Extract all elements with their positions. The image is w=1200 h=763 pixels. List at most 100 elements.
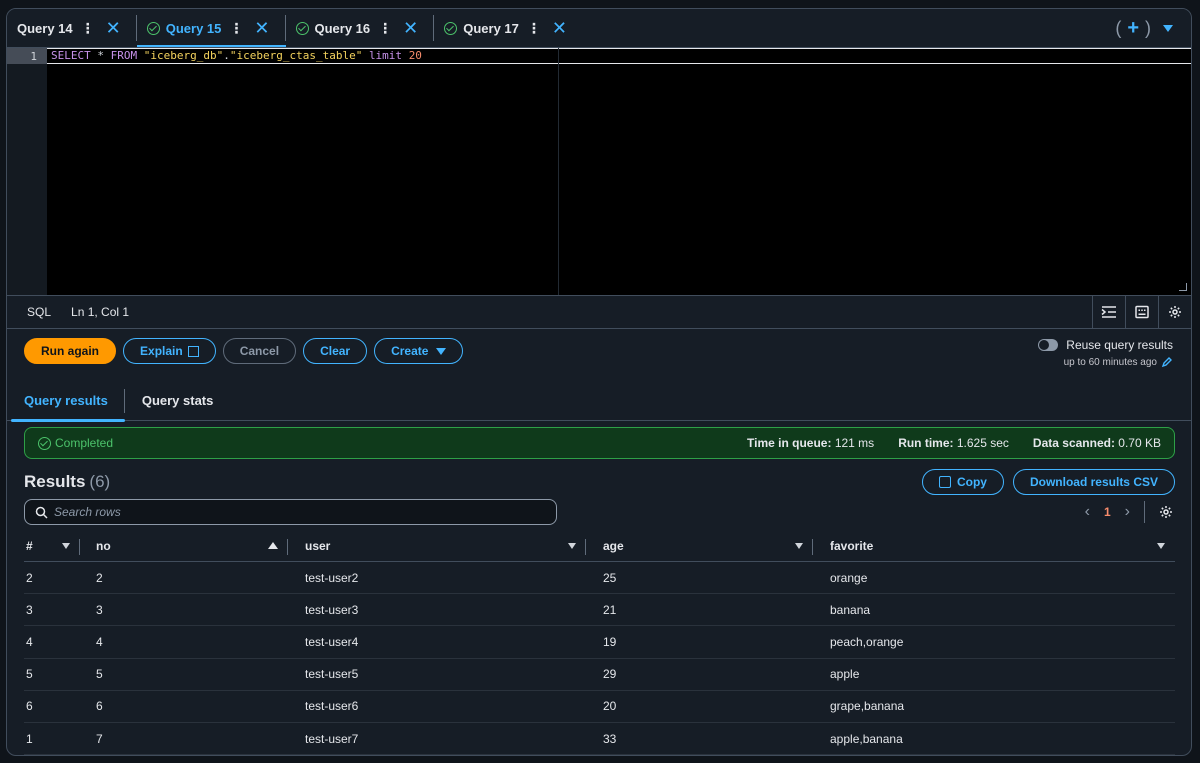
metric-run: Run time: 1.625 sec — [898, 436, 1009, 450]
close-icon[interactable]: ✕ — [254, 19, 269, 37]
reuse-toggle[interactable] — [1038, 339, 1059, 351]
column-label: # — [26, 539, 33, 553]
tab-menu-icon[interactable]: ⋮ — [81, 20, 95, 37]
cell-age: 21 — [603, 602, 617, 617]
code-line[interactable]: SELECT * FROM "iceberg_db"."iceberg_ctas… — [51, 49, 422, 62]
table-row[interactable]: 4 4 test-user4 19 peach,orange — [24, 626, 1175, 659]
sort-icon[interactable] — [568, 542, 576, 549]
column-header-user[interactable]: user — [288, 531, 586, 562]
table-row[interactable]: 2 2 test-user2 25 orange — [24, 562, 1175, 595]
close-icon[interactable]: ✕ — [552, 19, 567, 37]
table-row[interactable]: 3 3 test-user3 21 banana — [24, 594, 1175, 627]
cell-age: 20 — [603, 699, 617, 714]
completed-banner: Completed Time in queue: 121 ms Run time… — [24, 427, 1175, 459]
resize-handle-icon[interactable] — [1179, 283, 1187, 291]
tab-tools: ( + ) — [1115, 17, 1173, 40]
metric-scanned: Data scanned: 0.70 KB — [1033, 436, 1161, 450]
copy-label: Copy — [956, 475, 987, 489]
download-csv-button[interactable]: Download results CSV — [1012, 469, 1175, 495]
metric-value: 0.70 KB — [1118, 436, 1161, 450]
next-page-icon[interactable]: › — [1125, 503, 1130, 521]
gear-icon[interactable] — [1159, 505, 1173, 519]
gear-icon — [1169, 306, 1181, 318]
table-row[interactable]: 5 5 test-user5 29 apple — [24, 659, 1175, 691]
tab-menu-icon[interactable]: ⋮ — [229, 20, 243, 37]
search-rows-field[interactable] — [24, 499, 557, 525]
success-check-icon — [146, 21, 160, 35]
cell-user: test-user5 — [305, 667, 359, 682]
metric-label: Run time: — [898, 436, 954, 450]
cell-user: test-user4 — [305, 634, 359, 649]
column-label: favorite — [830, 539, 874, 553]
close-icon[interactable]: ✕ — [403, 19, 418, 37]
status-text: Completed — [55, 436, 114, 450]
reuse-label: Reuse query results — [1066, 338, 1173, 352]
tab-menu-icon[interactable]: ⋮ — [527, 20, 541, 37]
search-rows-input[interactable] — [54, 505, 534, 519]
column-header-favorite[interactable]: favorite — [813, 531, 1175, 562]
pager-divider — [1144, 501, 1145, 523]
cell-index: 5 — [26, 667, 33, 682]
column-label: age — [603, 539, 624, 553]
cell-user: test-user6 — [305, 699, 359, 714]
results-header: Results (6) Copy Download results CSV — [24, 467, 1175, 497]
cell-index: 1 — [26, 731, 33, 746]
sql-editor[interactable]: 1 SELECT * FROM "iceberg_db"."iceberg_ct… — [7, 47, 1191, 295]
cell-index: 3 — [26, 602, 33, 617]
column-label: no — [96, 539, 111, 553]
sort-ascending-icon[interactable] — [268, 541, 278, 549]
success-check-icon — [295, 21, 309, 35]
add-tab-icon[interactable]: + — [1127, 17, 1139, 40]
cancel-button[interactable]: Cancel — [222, 338, 297, 364]
tab-dropdown-icon[interactable] — [1163, 25, 1173, 32]
tab-query-16[interactable]: Query 16 ⋮ ✕ — [286, 9, 435, 47]
reuse-query-results: Reuse query results up to 60 minutes ago — [1038, 338, 1173, 368]
cell-user: test-user3 — [305, 602, 359, 617]
editor-settings-button[interactable] — [1158, 296, 1191, 328]
sort-icon[interactable] — [795, 542, 803, 549]
format-button[interactable] — [1092, 296, 1125, 328]
tab-query-results[interactable]: Query results — [7, 381, 125, 422]
close-icon[interactable]: ✕ — [106, 19, 121, 37]
tab-menu-icon[interactable]: ⋮ — [378, 20, 392, 37]
paren-right-icon: ) — [1145, 18, 1151, 38]
copy-button[interactable]: Copy — [921, 469, 1004, 495]
explain-button[interactable]: Explain — [123, 338, 216, 364]
sort-icon[interactable] — [62, 542, 70, 549]
column-header-index[interactable]: # — [24, 531, 80, 562]
column-header-no[interactable]: no — [80, 531, 288, 562]
cell-no: 2 — [96, 570, 103, 585]
table-row[interactable]: 6 6 test-user6 20 grape,banana — [24, 691, 1175, 723]
success-check-icon — [38, 436, 51, 450]
create-button[interactable]: Create — [374, 338, 464, 364]
tab-query-15[interactable]: Query 15 ⋮ ✕ — [136, 9, 286, 47]
cell-no: 7 — [96, 731, 103, 746]
cell-favorite: grape,banana — [830, 699, 905, 714]
explain-label: Explain — [140, 344, 183, 358]
tab-label: Query stats — [141, 393, 214, 408]
keyboard-shortcuts-button[interactable] — [1125, 296, 1158, 328]
prev-page-icon[interactable]: ‹ — [1085, 503, 1090, 521]
sort-icon[interactable] — [1157, 542, 1165, 549]
cell-favorite: peach,orange — [830, 634, 904, 649]
string-table: "iceberg_ctas_table" — [229, 49, 363, 62]
editor-status-bar: SQL Ln 1, Col 1 — [7, 295, 1191, 329]
tab-query-stats[interactable]: Query stats — [125, 381, 231, 421]
run-again-button[interactable]: Run again — [24, 338, 117, 364]
current-page[interactable]: 1 — [1104, 505, 1111, 519]
keyword-limit: limit — [368, 49, 403, 62]
cell-no: 3 — [96, 602, 103, 617]
tab-query-17[interactable]: Query 17 ⋮ ✕ — [434, 9, 583, 47]
indent-icon — [1101, 306, 1116, 318]
column-header-age[interactable]: age — [586, 531, 813, 562]
number-limit: 20 — [408, 49, 422, 62]
table-row[interactable]: 1 7 test-user7 33 apple,banana — [24, 723, 1175, 755]
tab-query-14[interactable]: Query 14 ⋮ ✕ — [7, 9, 137, 47]
clear-button[interactable]: Clear — [303, 338, 368, 364]
edit-pencil-icon[interactable] — [1161, 356, 1173, 368]
metric-value: 121 ms — [834, 436, 875, 450]
cell-favorite: apple,banana — [830, 731, 903, 746]
string-db: "iceberg_db" — [143, 49, 224, 62]
query-metrics: Time in queue: 121 ms Run time: 1.625 se… — [747, 436, 1161, 450]
